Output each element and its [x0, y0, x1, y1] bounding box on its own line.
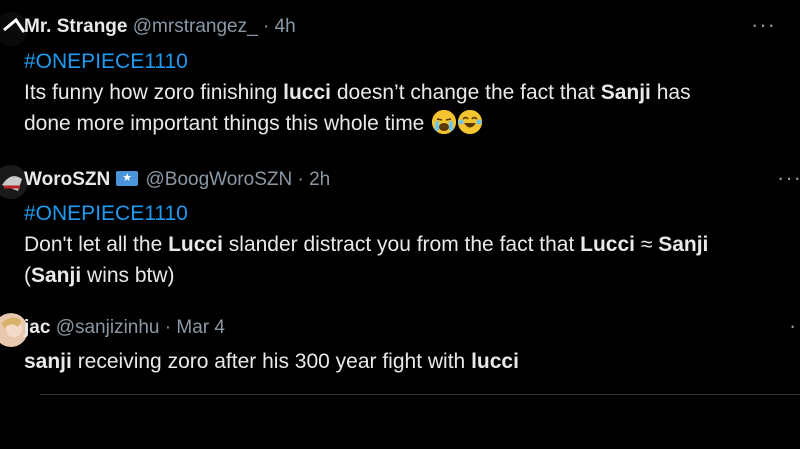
separator-dot: · — [164, 317, 172, 338]
text-line: Its funny how zoro finishing lucci doesn… — [24, 81, 691, 104]
tweet[interactable]: WoroSZN @BoogWoroSZN · 2h ··· #ONEPIECE1… — [0, 155, 800, 295]
loudly-crying-face-emoji-icon — [432, 110, 457, 134]
timestamp[interactable]: Mar 4 — [176, 317, 225, 338]
bold-segment: lucci — [471, 350, 519, 373]
tweet[interactable]: Mr. Strange @mrstrangez_ · 4h ··· #ONEPI… — [0, 0, 800, 140]
text-line: done more important things this whole ti… — [24, 110, 483, 135]
tweet-header: jac @sanjizinhu · Mar 4 — [24, 317, 225, 339]
display-name[interactable]: Mr. Strange — [24, 16, 127, 37]
text-line: sanji receiving zoro after his 300 year … — [24, 350, 519, 373]
user-handle[interactable]: @mrstrangez_ — [133, 16, 258, 37]
tears-of-joy-emoji-icon — [458, 110, 483, 134]
tweet-text: #ONEPIECE1110 Don't let all the Lucci sl… — [24, 198, 708, 291]
text-segment: ≈ — [634, 233, 659, 256]
display-name[interactable]: jac — [24, 317, 50, 338]
bold-segment: Lucci — [580, 233, 635, 256]
more-options-icon[interactable]: ··· — [777, 165, 800, 191]
user-handle[interactable]: @BoogWoroSZN — [145, 169, 292, 190]
text-segment: slander distract you from the fact that — [222, 233, 581, 256]
more-options-icon[interactable]: ··· — [751, 12, 776, 38]
text-line: (Sanji wins btw) — [24, 264, 175, 287]
separator-dot: · — [262, 16, 270, 37]
somalia-flag-icon — [116, 171, 139, 186]
bold-segment: Lucci — [168, 233, 223, 256]
timestamp[interactable]: 4h — [275, 16, 296, 37]
more-options-icon[interactable]: ··· — [789, 313, 800, 339]
separator-dot: · — [297, 169, 304, 190]
bold-segment: sanji — [24, 350, 72, 373]
tweet-text: sanji receiving zoro after his 300 year … — [24, 346, 519, 377]
tweet-header: Mr. Strange @mrstrangez_ · 4h — [24, 16, 296, 38]
text-segment: Don't let all the — [24, 233, 169, 256]
text-segment: wins btw) — [81, 264, 175, 287]
bold-segment: lucci — [283, 81, 331, 104]
tweet-header: WoroSZN @BoogWoroSZN · 2h — [24, 169, 330, 191]
tweet-text: #ONEPIECE1110 Its funny how zoro finishi… — [24, 46, 691, 139]
hashtag-link[interactable]: #ONEPIECE1110 — [24, 198, 708, 229]
tweet[interactable]: jac @sanjizinhu · Mar 4 ··· sanji receiv… — [0, 305, 800, 395]
bold-segment: Sanji — [658, 233, 709, 256]
bold-segment: Sanji — [600, 81, 651, 104]
text-segment: has — [650, 81, 691, 104]
display-name[interactable]: WoroSZN — [24, 169, 110, 190]
bold-segment: Sanji — [31, 264, 82, 287]
timestamp[interactable]: 2h — [309, 169, 330, 190]
tweet-divider — [40, 394, 800, 395]
hashtag-link[interactable]: #ONEPIECE1110 — [24, 46, 691, 77]
text-segment: ( — [24, 264, 31, 287]
text-segment: Its funny how zoro finishing — [24, 81, 284, 104]
text-segment: receiving zoro after his 300 year fight … — [71, 350, 472, 373]
text-segment: done more important things this whole ti… — [24, 112, 431, 135]
text-line: Don't let all the Lucci slander distract… — [24, 233, 708, 256]
user-handle[interactable]: @sanjizinhu — [56, 317, 160, 338]
text-segment: doesn’t change the fact that — [331, 81, 601, 104]
